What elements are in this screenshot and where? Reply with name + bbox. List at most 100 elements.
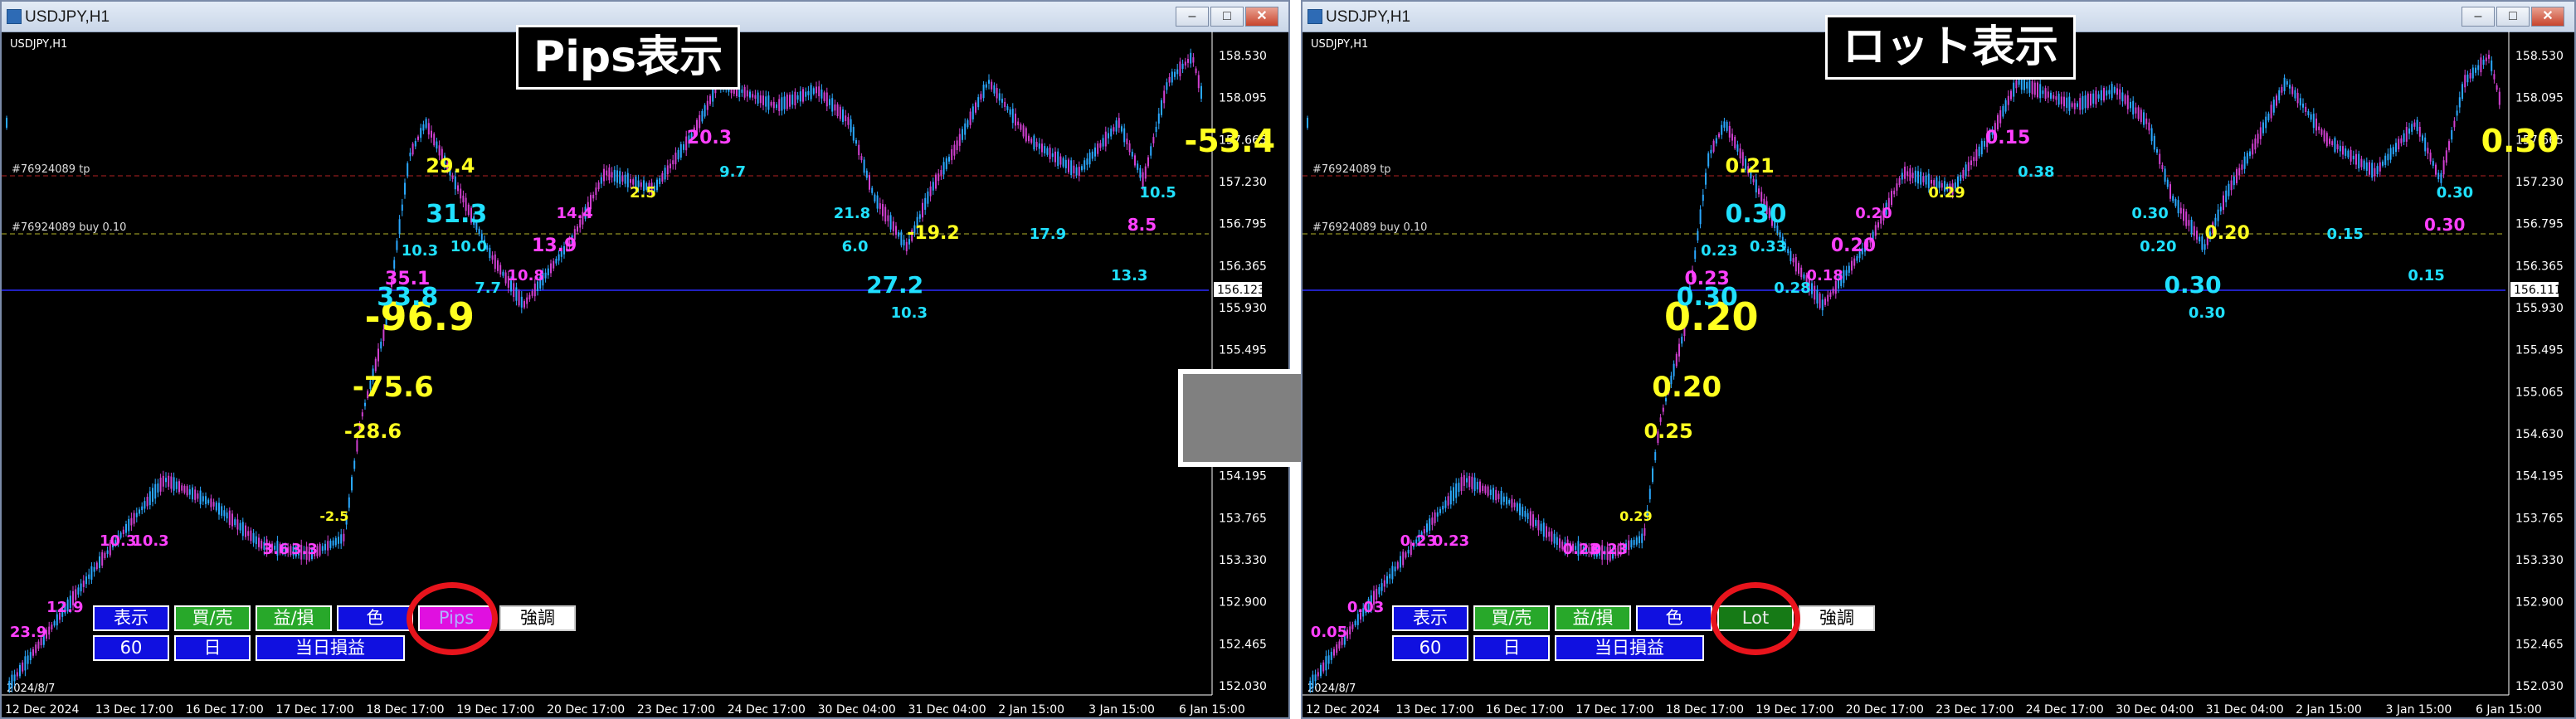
candle-body bbox=[2422, 135, 2423, 141]
close-icon[interactable]: ✕ bbox=[2531, 7, 2564, 27]
candle-body bbox=[1500, 491, 1502, 505]
trade-label: 0.15 bbox=[1985, 128, 2030, 148]
show-button[interactable]: 表示 bbox=[93, 605, 169, 631]
candle-body bbox=[77, 587, 80, 595]
daily-pl-button[interactable]: 当日損益 bbox=[1555, 635, 1704, 661]
candle-body bbox=[2493, 74, 2496, 80]
candle-body bbox=[603, 168, 605, 182]
candle-body bbox=[1901, 172, 1903, 180]
candle-body bbox=[2055, 96, 2057, 100]
candle-body bbox=[1628, 540, 1630, 551]
candle-body bbox=[1168, 76, 1171, 83]
price-tick-label: 158.095 bbox=[1219, 92, 1267, 105]
color-button[interactable]: 色 bbox=[337, 605, 413, 631]
candle-body bbox=[1394, 566, 1396, 571]
candle-body bbox=[170, 476, 173, 489]
maximize-icon[interactable]: □ bbox=[1210, 7, 1244, 27]
emphasis-button[interactable]: 強調 bbox=[1799, 605, 1875, 631]
candle-body bbox=[2236, 169, 2238, 183]
price-tick-label: 158.095 bbox=[2515, 92, 2564, 105]
candle-body bbox=[818, 86, 821, 97]
close-icon[interactable]: ✕ bbox=[1245, 7, 1278, 27]
emphasis-button[interactable]: 強調 bbox=[499, 605, 576, 631]
candle-body bbox=[1495, 489, 1497, 501]
day-button[interactable]: 日 bbox=[174, 635, 251, 661]
price-tick-label: 152.030 bbox=[1219, 680, 1267, 693]
mode-banner: Pips表示 bbox=[516, 25, 741, 90]
minimize-icon[interactable]: – bbox=[2462, 7, 2495, 27]
trade-label: 0.30 bbox=[2424, 215, 2465, 235]
candle-body bbox=[2108, 90, 2111, 95]
buy-level-label: #76924089 buy 0.10 bbox=[1312, 221, 1427, 234]
candle-body bbox=[2084, 95, 2087, 109]
candle-body bbox=[321, 546, 324, 551]
candle-body bbox=[829, 99, 830, 105]
candle-body bbox=[2172, 196, 2174, 202]
candle-body bbox=[1041, 143, 1043, 153]
candle-body bbox=[2334, 138, 2336, 153]
candle-body bbox=[544, 272, 547, 279]
candle-body bbox=[2079, 98, 2082, 110]
candle-body bbox=[1444, 500, 1447, 508]
candle-body bbox=[850, 119, 852, 133]
maximize-icon[interactable]: □ bbox=[2496, 7, 2530, 27]
candle-body bbox=[2257, 134, 2259, 143]
period-button[interactable]: 60 bbox=[1392, 635, 1468, 661]
candle-body bbox=[1152, 137, 1155, 143]
candle-body bbox=[2352, 155, 2354, 160]
trade-label: 14.4 bbox=[557, 205, 593, 222]
candle-body bbox=[181, 485, 183, 491]
candle-body bbox=[523, 301, 525, 308]
candle-body bbox=[2071, 103, 2073, 107]
candle-body bbox=[1476, 481, 1478, 490]
candle-body bbox=[1723, 121, 1726, 128]
highlight-ring bbox=[407, 582, 498, 655]
candle-body bbox=[1702, 194, 1704, 202]
profit-loss-button[interactable]: 益/損 bbox=[256, 605, 332, 631]
candle-body bbox=[2424, 137, 2427, 152]
chart-window-pips[interactable]: USDJPY,H1 – □ ✕ 158.530 158.095 157.665 157… bbox=[0, 0, 1290, 719]
daily-pl-button[interactable]: 当日損益 bbox=[256, 635, 405, 661]
trade-label: 21.8 bbox=[834, 205, 870, 222]
candle-body bbox=[231, 513, 233, 527]
buy-sell-button[interactable]: 買/売 bbox=[1473, 605, 1550, 631]
window-title: USDJPY,H1 bbox=[25, 8, 110, 26]
candle-body bbox=[613, 169, 616, 182]
candle-body bbox=[2389, 148, 2392, 160]
trade-label: 0.23 bbox=[1433, 532, 1469, 550]
candle-body bbox=[2077, 103, 2078, 107]
profit-loss-button[interactable]: 益/損 bbox=[1555, 605, 1631, 631]
candle-body bbox=[1824, 299, 1826, 305]
candle-body bbox=[2031, 80, 2033, 95]
period-button[interactable]: 60 bbox=[93, 635, 169, 661]
candle-body bbox=[149, 491, 151, 505]
day-button[interactable]: 日 bbox=[1473, 635, 1550, 661]
candle-body bbox=[2294, 90, 2296, 99]
candle-body bbox=[2190, 220, 2193, 235]
candle-body bbox=[2355, 153, 2357, 165]
candle-body bbox=[1752, 178, 1755, 182]
candle-body bbox=[2281, 86, 2283, 93]
candle-body bbox=[2331, 141, 2334, 146]
candle-body bbox=[2161, 165, 2164, 170]
chart-window-lot[interactable]: USDJPY,H1 – □ ✕ 158.530 158.095 157.665 157… bbox=[1301, 0, 2576, 719]
candle-body bbox=[1877, 222, 1879, 228]
candle-body bbox=[937, 173, 940, 182]
buy-sell-button[interactable]: 買/売 bbox=[174, 605, 251, 631]
candle-body bbox=[2259, 127, 2262, 139]
candle-body bbox=[2169, 184, 2171, 199]
show-button[interactable]: 表示 bbox=[1392, 605, 1468, 631]
trade-label: 0.29 bbox=[1928, 184, 1965, 202]
candle-body bbox=[679, 143, 682, 158]
candle-body bbox=[1633, 540, 1635, 546]
candle-body bbox=[1728, 125, 1731, 138]
minimize-icon[interactable]: – bbox=[1176, 7, 1209, 27]
candle-body bbox=[1049, 147, 1051, 159]
color-button[interactable]: 色 bbox=[1636, 605, 1712, 631]
candle-body bbox=[351, 477, 353, 491]
candle-body bbox=[2246, 153, 2248, 164]
candle-body bbox=[1086, 158, 1088, 165]
candle-body bbox=[1453, 487, 1454, 502]
price-tick-label: 152.030 bbox=[2515, 680, 2564, 693]
candle-body bbox=[962, 129, 963, 140]
